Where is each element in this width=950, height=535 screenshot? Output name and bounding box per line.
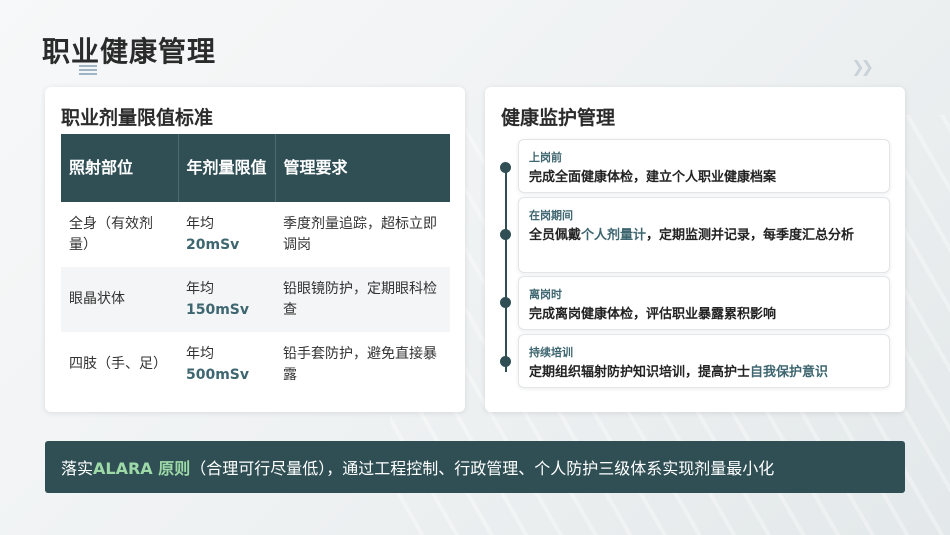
dose-limit-card: 职业剂量限值标准 照射部位 年剂量限值 管理要求 全身（有效剂量） 年均 20m…: [45, 87, 465, 412]
table-header-row: 照射部位 年剂量限值 管理要求: [61, 134, 450, 202]
header-annual-limit: 年剂量限值: [178, 134, 276, 202]
dose-limit-title: 职业剂量限值标准: [61, 107, 214, 129]
menu-lines-icon: [79, 65, 97, 75]
timeline-item-training: 持续培训 定期组织辐射防护知识培训，提高护士自我保护意识: [518, 334, 890, 388]
cell-requirement: 铅眼镜防护，定期眼科检查: [275, 267, 450, 332]
timeline-text-part: 全员佩戴: [529, 228, 582, 243]
cell-annual-limit: 年均 20mSv: [178, 202, 275, 267]
timeline-text: 完成离岗健康体检，评估职业暴露累积影响: [529, 307, 777, 322]
timeline-text-accent: 自我保护意识: [750, 365, 829, 380]
limit-value: 20mSv: [186, 236, 240, 253]
timeline-item-on-job: 在岗期间 全员佩戴个人剂量计，定期监测并记录，每季度汇总分析: [518, 197, 890, 273]
timeline-dot: [500, 229, 511, 240]
timeline-dot: [500, 297, 511, 308]
table-row: 全身（有效剂量） 年均 20mSv 季度剂量追踪，超标立即调岗: [61, 202, 450, 267]
table-row: 四肢（手、足） 年均 500mSv 铅手套防护，避免直接暴露: [61, 332, 450, 397]
limit-prefix: 年均: [186, 281, 214, 298]
double-chevron-right-icon: ❯❯: [851, 57, 874, 76]
header-body-part: 照射部位: [61, 134, 179, 202]
table-row: 眼晶状体 年均 150mSv 铅眼镜防护，定期眼科检查: [61, 267, 450, 332]
health-monitoring-card: 健康监护管理 上岗前 完成全面健康体检，建立个人职业健康档案 在岗期间 全员佩戴…: [485, 87, 905, 412]
alara-banner: 落实 ALARA 原则 （合理可行尽量低），通过工程控制、行政管理、个人防护三级体…: [45, 441, 905, 493]
limit-prefix: 年均: [186, 216, 214, 233]
cell-requirement: 铅手套防护，避免直接暴露: [283, 346, 437, 383]
cell-body-part: 眼晶状体: [61, 267, 178, 332]
cell-body-part: 四肢（手、足）: [69, 356, 167, 373]
timeline-item-leave-job: 离岗时 完成离岗健康体检，评估职业暴露累积影响: [518, 276, 890, 330]
timeline-text-part: 定期组织辐射防护知识培训，提高护士: [529, 365, 751, 380]
timeline-label: 在岗期间: [529, 209, 573, 222]
cell-requirement: 季度剂量追踪，超标立即调岗: [283, 216, 437, 253]
timeline-text-accent: 个人剂量计: [581, 228, 647, 243]
timeline-dot: [500, 162, 511, 173]
timeline-label: 上岗前: [529, 151, 562, 164]
banner-highlight: ALARA 原则: [93, 459, 191, 478]
timeline-text-part: ，定期监测并记录，每季度汇总分析: [646, 228, 855, 243]
limit-prefix: 年均: [186, 346, 214, 363]
timeline-label: 离岗时: [529, 288, 562, 301]
timeline-text: 完成全面健康体检，建立个人职业健康档案: [529, 170, 777, 185]
health-monitoring-title: 健康监护管理: [501, 107, 616, 129]
cell-annual-limit: 年均 150mSv: [178, 267, 275, 332]
cell-annual-limit: 年均 500mSv: [178, 332, 275, 397]
page-title: 职业健康管理: [42, 35, 217, 68]
cell-body-part: 全身（有效剂量）: [69, 216, 153, 253]
timeline-text: 全员佩戴个人剂量计，定期监测并记录，每季度汇总分析: [529, 227, 879, 245]
timeline-dot: [500, 356, 511, 367]
dose-limit-table: 照射部位 年剂量限值 管理要求 全身（有效剂量） 年均 20mSv 季度剂量追踪…: [61, 134, 450, 397]
timeline-line: [505, 167, 507, 372]
limit-value: 150mSv: [186, 301, 250, 318]
timeline-label: 持续培训: [529, 346, 573, 359]
banner-suffix: （合理可行尽量低），通过工程控制、行政管理、个人防护三级体系实现剂量最小化: [190, 459, 775, 478]
header-requirement: 管理要求: [275, 134, 450, 202]
banner-prefix: 落实: [61, 459, 94, 478]
limit-value: 500mSv: [186, 366, 250, 383]
timeline-text: 定期组织辐射防护知识培训，提高护士自我保护意识: [529, 364, 879, 382]
timeline-item-pre-job: 上岗前 完成全面健康体检，建立个人职业健康档案: [518, 139, 890, 193]
